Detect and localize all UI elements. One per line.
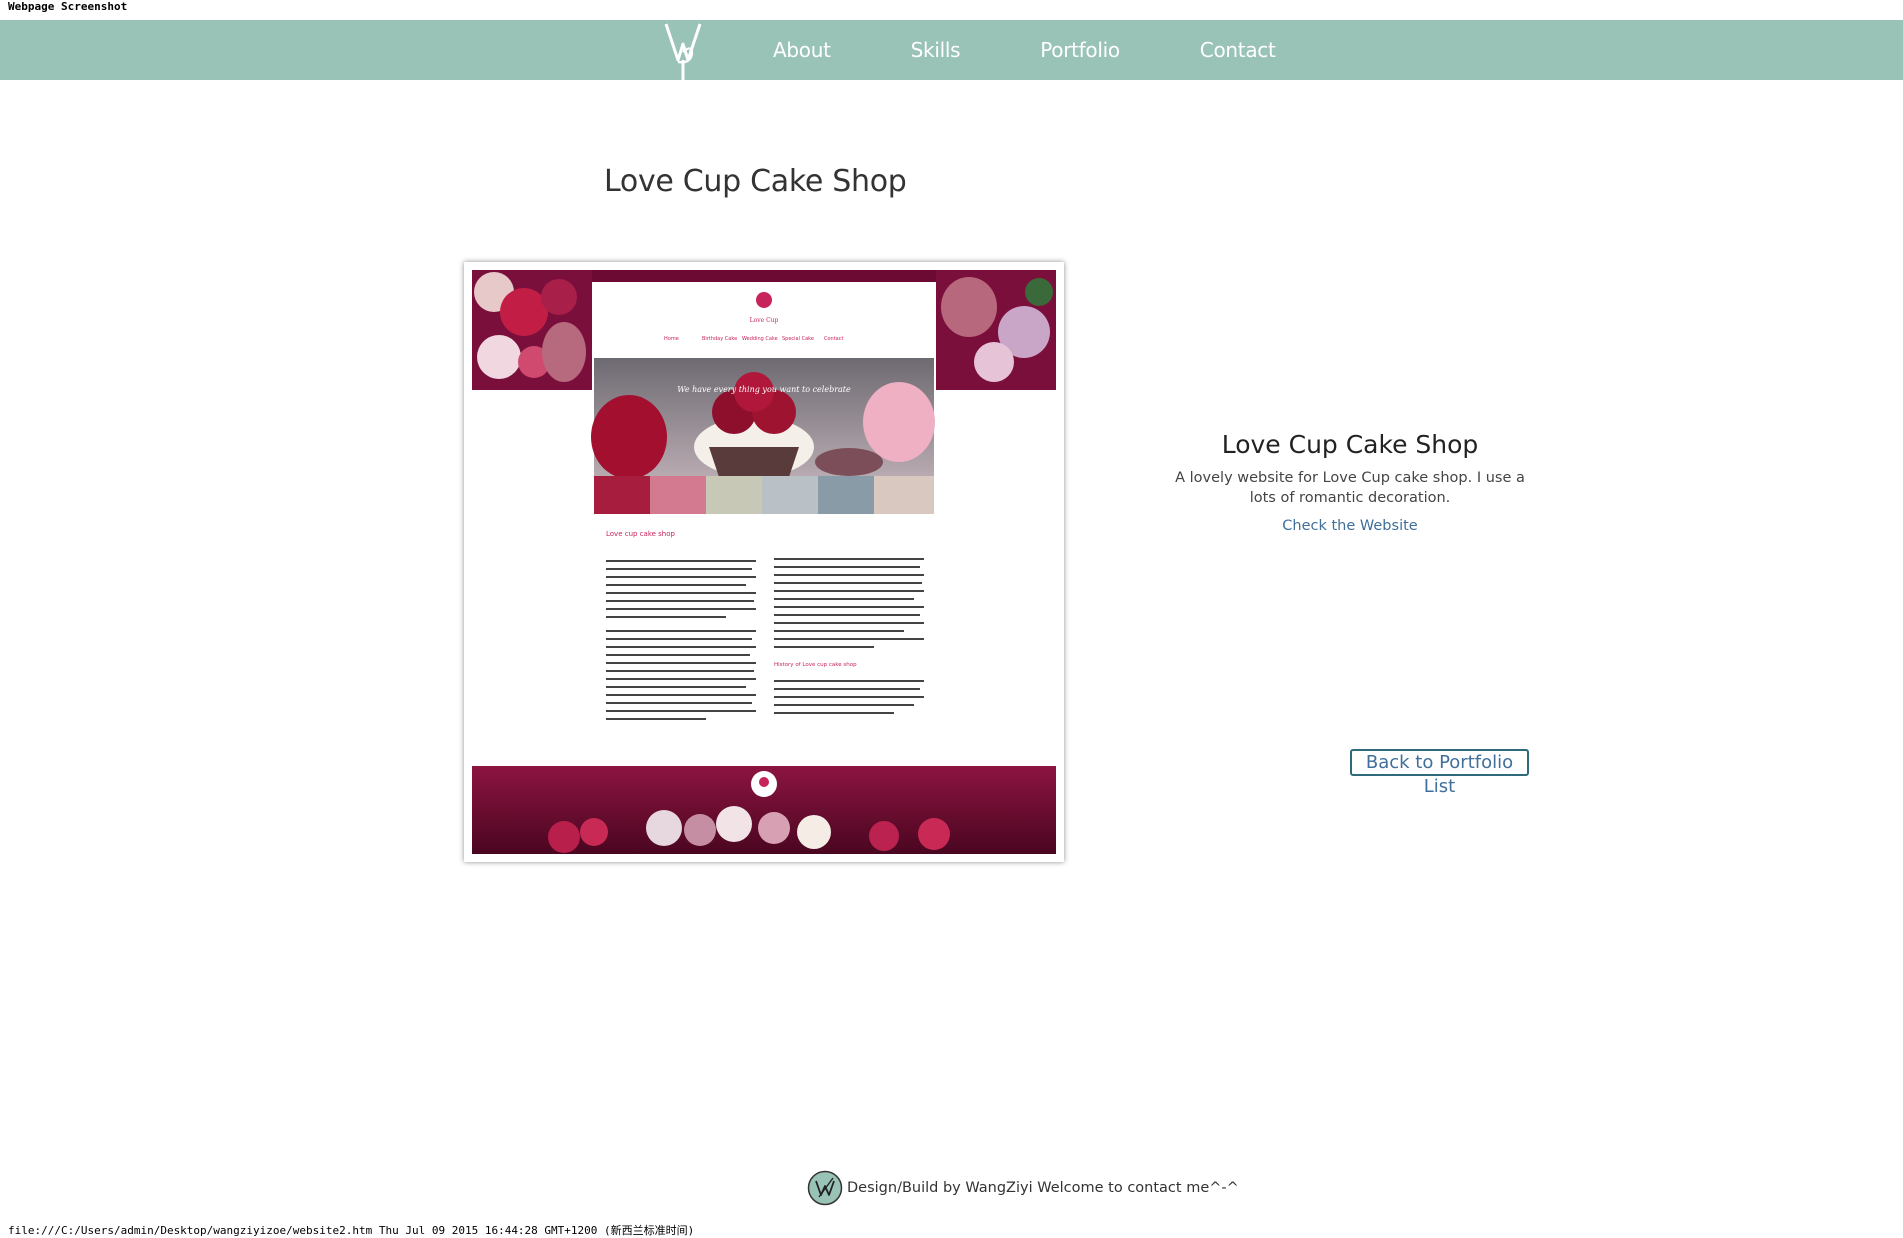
preview-footer	[472, 766, 1056, 854]
back-to-portfolio-button[interactable]: Back to Portfolio List	[1350, 749, 1529, 797]
nav-contact[interactable]: Contact	[1200, 38, 1276, 62]
footer-text: Design/Build by WangZiyi Welcome to cont…	[847, 1180, 1239, 1196]
preview-subheading: History of Love cup cake shop	[774, 662, 857, 668]
preview-nav-special: Special Cake	[782, 336, 814, 342]
preview-nav-home: Home	[664, 336, 679, 342]
corner-flowers-left	[472, 270, 592, 390]
nav-portfolio[interactable]: Portfolio	[1040, 38, 1120, 62]
navbar: About Skills Portfolio Contact	[0, 20, 1903, 80]
website-preview-image: Love Cup Home Birthday Cake Wedding Cake…	[464, 262, 1064, 862]
footer-logo-icon	[807, 1170, 843, 1206]
print-header: Webpage Screenshot	[8, 0, 128, 13]
logo-icon[interactable]	[662, 22, 704, 80]
project-title: Love Cup Cake Shop	[1221, 430, 1479, 459]
preview-banner: We have every thing you want to celebrat…	[591, 358, 935, 479]
print-footer: file:///C:/Users/admin/Desktop/wangziyiz…	[8, 1224, 695, 1237]
nav-about[interactable]: About	[773, 38, 831, 62]
preview-heading: Love cup cake shop	[606, 530, 676, 538]
corner-flowers-right	[936, 270, 1056, 390]
website-screenshot: Love Cup Home Birthday Cake Wedding Cake…	[464, 262, 1064, 862]
preview-thumbnails	[594, 476, 934, 514]
svg-text:Love Cup: Love Cup	[750, 317, 779, 324]
main-nav: About Skills Portfolio Contact	[773, 20, 1356, 80]
project-description: A lovely website for Love Cup cake shop.…	[1175, 470, 1525, 506]
preview-banner-text: We have every thing you want to celebrat…	[677, 385, 851, 394]
check-website-link[interactable]: Check the Website	[1100, 518, 1600, 534]
preview-nav-wedding: Wedding Cake	[742, 336, 778, 342]
preview-nav-contact: Contact	[824, 336, 843, 342]
nav-skills[interactable]: Skills	[911, 38, 961, 62]
page-footer: Design/Build by WangZiyi Welcome to cont…	[807, 1170, 1239, 1206]
preview-nav-birthday: Birthday Cake	[702, 336, 737, 342]
page-title: Love Cup Cake Shop	[604, 164, 907, 199]
